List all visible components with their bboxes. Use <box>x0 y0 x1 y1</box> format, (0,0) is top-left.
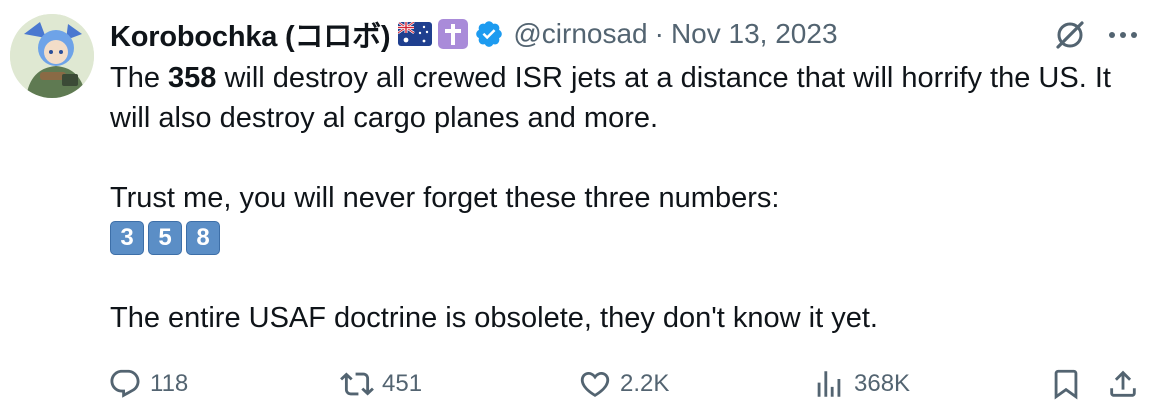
avatar-image <box>10 14 94 98</box>
text-fragment: The <box>110 62 169 94</box>
views-count: 368K <box>854 370 911 397</box>
keycap-5-icon: 5 <box>148 221 182 255</box>
bookmark-icon <box>1054 369 1078 400</box>
reply-count: 118 <box>150 370 189 397</box>
repost-count: 451 <box>382 370 423 397</box>
author-handle[interactable]: @cirnosad <box>513 18 647 50</box>
latin-cross-icon <box>438 19 469 49</box>
tweet-paragraph-3: The entire USAF doctrine is obsolete, th… <box>110 302 878 334</box>
grok-icon[interactable] <box>1053 18 1087 52</box>
tweet-paragraph-1: The 358 will destroy all crewed ISR jets… <box>110 58 1120 138</box>
tweet-text: The 358 will destroy all crewed ISR jets… <box>110 58 1120 338</box>
tweet[interactable]: Korobochka (コロボ) @cirnosad · Nov 13, 202… <box>0 0 1160 414</box>
share-icon <box>1110 370 1136 397</box>
more-options-icon[interactable] <box>1106 22 1140 48</box>
australia-flag-icon <box>398 22 433 46</box>
bold-number: 358 <box>168 62 217 94</box>
avatar[interactable] <box>10 14 94 98</box>
repost-button[interactable]: 451 <box>340 364 422 404</box>
timestamp[interactable]: Nov 13, 2023 <box>671 18 838 50</box>
heart-icon <box>580 371 610 397</box>
share-button[interactable] <box>1106 364 1140 404</box>
like-count: 2.2K <box>620 370 670 397</box>
verified-badge-icon[interactable] <box>474 19 504 49</box>
tweet-paragraph-2: Trust me, you will never forget these th… <box>110 182 780 214</box>
display-name[interactable]: Korobochka (コロボ) <box>110 13 391 55</box>
tweet-header: Korobochka (コロボ) @cirnosad · Nov 13, 202… <box>110 14 838 54</box>
reply-button[interactable]: 118 <box>108 364 188 404</box>
bookmark-button[interactable] <box>1049 364 1083 404</box>
like-button[interactable]: 2.2K <box>578 364 669 404</box>
keycap-emoji-row: 3 5 8 <box>110 218 1120 258</box>
text-fragment: will destroy all crewed ISR jets at a di… <box>110 62 1111 134</box>
reply-icon <box>110 369 140 398</box>
repost-icon <box>340 372 374 396</box>
views-chart-icon <box>817 371 841 397</box>
action-bar: 118 451 2.2K 368K <box>0 364 1160 404</box>
header-separator: · <box>654 18 664 49</box>
keycap-3-icon: 3 <box>110 221 144 255</box>
keycap-8-icon: 8 <box>186 221 220 255</box>
views-button[interactable]: 368K <box>812 364 910 404</box>
